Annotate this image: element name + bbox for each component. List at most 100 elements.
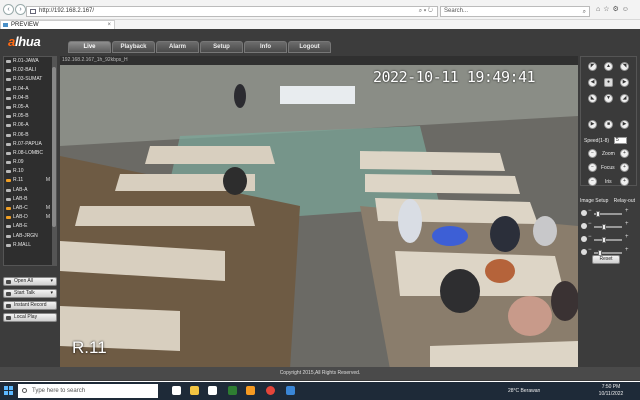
- camera-icon: [6, 179, 11, 183]
- reset-button[interactable]: Reset: [592, 255, 620, 264]
- slider-knob[interactable]: [596, 211, 600, 217]
- ptz-control: ◤ ▲ ◥ ◀ ● ▶ ◣ ▼ ◢ ▶ ■ ▶ Speed(1-8) 5 − Z…: [580, 56, 637, 186]
- minus-icon[interactable]: −: [588, 221, 592, 227]
- file-explorer-icon[interactable]: [190, 386, 199, 395]
- camera-list-item[interactable]: LAB-E: [4, 222, 56, 231]
- ptz-down-button[interactable]: ▼: [604, 94, 613, 103]
- slider-knob[interactable]: [602, 237, 606, 243]
- camera-list-item[interactable]: LAB-JRGN: [4, 232, 56, 241]
- tab-title: PREVIEW: [11, 22, 39, 28]
- windows-taskbar: Type here to search 28°C Berawan 7:50 PM…: [0, 382, 640, 400]
- slider-knob[interactable]: [602, 224, 606, 230]
- focus-out-button[interactable]: −: [588, 163, 597, 172]
- chrome-icon[interactable]: [266, 386, 275, 395]
- camera-list-item[interactable]: LAB-A: [4, 186, 56, 195]
- iris-out-button[interactable]: −: [588, 177, 597, 186]
- dvr-app: alhua Live Playback Alarm Setup Info Log…: [0, 29, 640, 381]
- menu-tab-logout[interactable]: Logout: [288, 41, 331, 53]
- back-button[interactable]: ‹: [3, 4, 14, 15]
- windows-start-button[interactable]: [4, 386, 14, 396]
- menu-tab-playback[interactable]: Playback: [112, 41, 155, 53]
- camera-list-item[interactable]: R.05-A: [4, 103, 56, 112]
- camera-list-item[interactable]: R.06-A: [4, 121, 56, 130]
- minus-icon[interactable]: −: [588, 234, 592, 240]
- taskbar-clock[interactable]: 7:50 PM 10/11/2022: [596, 384, 626, 398]
- focus-in-button[interactable]: +: [620, 163, 629, 172]
- saturation-slider[interactable]: [594, 237, 622, 243]
- app-icon[interactable]: [246, 386, 255, 395]
- speed-label: Speed(1-8): [584, 138, 610, 144]
- camera-list-item[interactable]: R.04-B: [4, 94, 56, 103]
- camera-list-item[interactable]: R.06-B: [4, 131, 56, 140]
- ie-icon[interactable]: [286, 386, 295, 395]
- open-all-button[interactable]: Open All ▾: [3, 277, 57, 286]
- brightness-slider[interactable]: [594, 211, 622, 217]
- menu-tab-live[interactable]: Live: [68, 41, 111, 53]
- camera-label: R.05-B: [13, 113, 29, 120]
- camera-list-item[interactable]: R.01-JAWA: [4, 57, 56, 66]
- refresh-icon[interactable]: ⌕ ▾ ↻: [419, 7, 433, 16]
- minus-icon[interactable]: −: [588, 247, 592, 253]
- ptz-aux-1-button[interactable]: ▶: [588, 120, 597, 129]
- camera-list-item[interactable]: LAB-D M: [4, 213, 56, 222]
- task-view-icon[interactable]: [172, 386, 181, 395]
- ptz-aux-2-button[interactable]: ■: [604, 120, 613, 129]
- camera-list-item[interactable]: R.02-BALI: [4, 66, 56, 75]
- ptz-up-right-button[interactable]: ◥: [620, 62, 629, 71]
- plus-icon[interactable]: +: [625, 234, 629, 240]
- ptz-auto-button[interactable]: ●: [604, 78, 613, 87]
- store-icon[interactable]: [208, 386, 217, 395]
- camera-list-item[interactable]: R.08-LOMBC: [4, 149, 56, 158]
- plus-icon[interactable]: +: [625, 221, 629, 227]
- ptz-down-right-button[interactable]: ◢: [620, 94, 629, 103]
- camera-list-item[interactable]: R.04-A: [4, 85, 56, 94]
- weather-widget[interactable]: 28°C Berawan: [508, 382, 540, 400]
- menu-tab-setup[interactable]: Setup: [200, 41, 243, 53]
- right-panel: ◤ ▲ ◥ ◀ ● ▶ ◣ ▼ ◢ ▶ ■ ▶ Speed(1-8) 5 − Z…: [580, 56, 637, 371]
- camera-list-item[interactable]: LAB-B: [4, 195, 56, 204]
- hue-slider[interactable]: [594, 250, 622, 256]
- browser-tab[interactable]: PREVIEW ×: [0, 20, 115, 29]
- ptz-right-button[interactable]: ▶: [620, 78, 629, 87]
- camera-list-item[interactable]: R.MALL: [4, 241, 56, 250]
- ptz-up-left-button[interactable]: ◤: [588, 62, 597, 71]
- close-icon[interactable]: ×: [107, 21, 111, 29]
- camera-list-item[interactable]: R.03-SUMAT: [4, 75, 56, 84]
- camera-list-item[interactable]: R.05-B: [4, 112, 56, 121]
- zoom-in-button[interactable]: +: [620, 149, 629, 158]
- camera-feed-image: [60, 65, 578, 369]
- start-talk-button[interactable]: Start Talk ▾: [3, 289, 57, 298]
- camera-list-item[interactable]: R.11 M: [4, 176, 56, 185]
- plus-icon[interactable]: +: [625, 247, 629, 253]
- search-icon[interactable]: ⌕: [583, 8, 586, 17]
- excel-icon[interactable]: [228, 386, 237, 395]
- contrast-slider[interactable]: [594, 224, 622, 230]
- browser-search-input[interactable]: Search... ⌕: [440, 6, 590, 17]
- camera-list-item[interactable]: R.07-PAPUA: [4, 140, 56, 149]
- camera-list-item[interactable]: R.10: [4, 167, 56, 176]
- iris-in-button[interactable]: +: [620, 177, 629, 186]
- minus-icon[interactable]: −: [588, 208, 592, 214]
- ptz-up-button[interactable]: ▲: [604, 62, 613, 71]
- speed-select[interactable]: 5: [614, 137, 627, 144]
- ptz-aux-3-button[interactable]: ▶: [620, 120, 629, 129]
- menu-tab-alarm[interactable]: Alarm: [156, 41, 199, 53]
- taskbar-search-input[interactable]: Type here to search: [18, 384, 158, 398]
- browser-icons[interactable]: ⌂☆⚙☺: [596, 5, 632, 13]
- chevron-down-icon[interactable]: ▾: [50, 290, 53, 297]
- plus-icon[interactable]: +: [625, 208, 629, 214]
- camera-list-item[interactable]: R.09: [4, 158, 56, 167]
- forward-button[interactable]: ›: [15, 4, 26, 15]
- ptz-down-left-button[interactable]: ◣: [588, 94, 597, 103]
- ptz-left-button[interactable]: ◀: [588, 78, 597, 87]
- instant-record-button[interactable]: Instant Record: [3, 301, 57, 310]
- camera-list-item[interactable]: LAB-C M: [4, 204, 56, 213]
- local-play-button[interactable]: Local Play: [3, 313, 57, 322]
- zoom-out-button[interactable]: −: [588, 149, 597, 158]
- menu-tab-info[interactable]: Info: [244, 41, 287, 53]
- open-all-icon: [6, 280, 11, 284]
- chevron-down-icon[interactable]: ▾: [50, 278, 53, 285]
- address-bar[interactable]: http://192.168.2.167/ ⌕ ▾ ↻: [26, 6, 438, 17]
- video-view[interactable]: 192.168.2.167_1h_92kbps_H 2022-10-11 19:…: [60, 56, 578, 369]
- dahua-logo: alhua: [8, 34, 41, 49]
